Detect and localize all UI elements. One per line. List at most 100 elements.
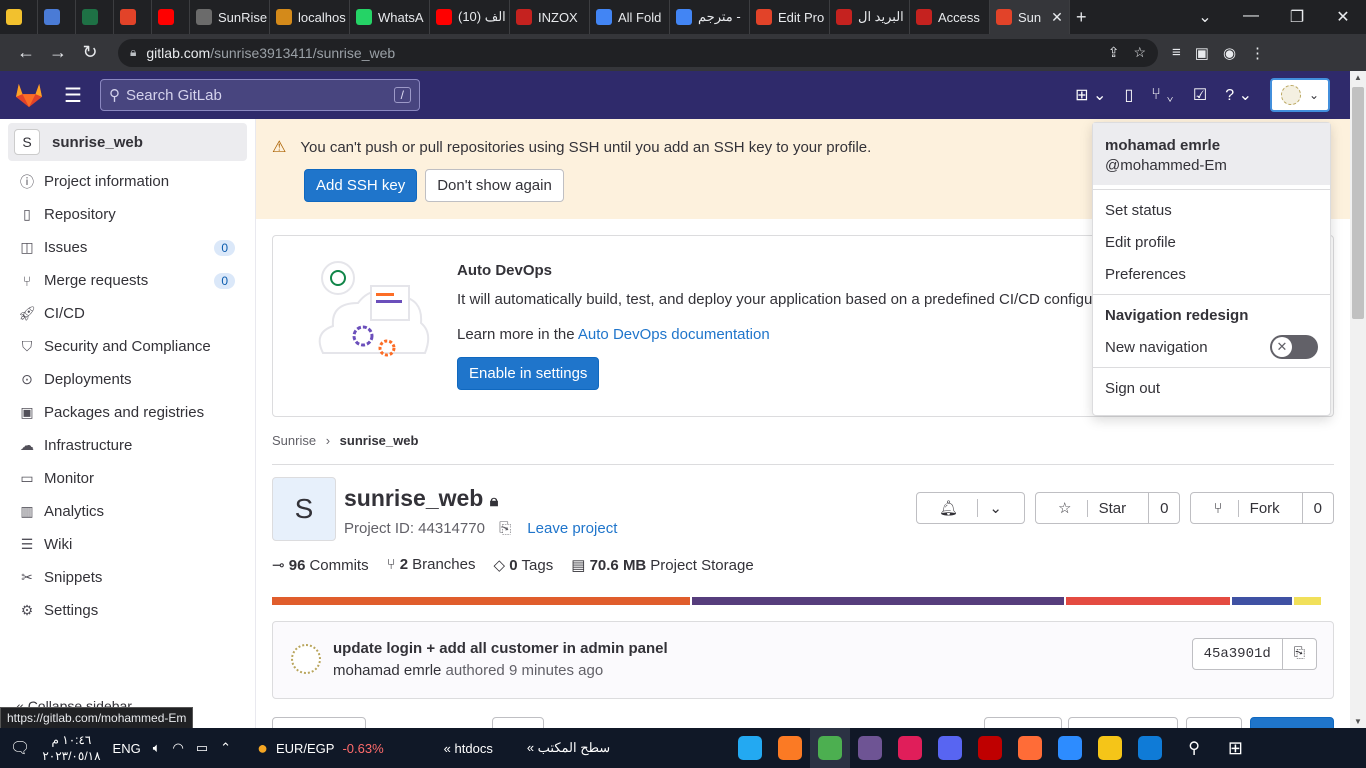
postman-taskbar-icon[interactable] xyxy=(1010,728,1050,768)
commit-author[interactable]: mohamad emrle xyxy=(333,662,441,679)
share-icon[interactable]: ⇪ xyxy=(1108,44,1120,61)
browser-tab[interactable] xyxy=(38,0,76,34)
profile-icon[interactable]: ◉ xyxy=(1223,44,1236,62)
user-avatar-button[interactable]: ⌄ xyxy=(1270,78,1330,112)
breadcrumb-current[interactable]: sunrise_web xyxy=(340,433,419,448)
discord-taskbar-icon[interactable] xyxy=(930,728,970,768)
web-ide-button[interactable] xyxy=(1068,717,1178,728)
merge-requests-icon[interactable]: ⑂ ⌄ xyxy=(1151,86,1175,104)
browser-tab[interactable] xyxy=(0,0,38,34)
scroll-up-icon[interactable]: ▲ xyxy=(1350,73,1366,82)
sidebar-item-snippets[interactable]: ✂ Snippets xyxy=(0,561,255,594)
edit-profile-item[interactable]: Edit profile xyxy=(1093,226,1330,258)
sidebar-item-infrastructure[interactable]: ☁ Infrastructure xyxy=(0,429,255,462)
close-tab-icon[interactable]: ✕ xyxy=(1051,9,1063,26)
sidebar-item-repository[interactable]: ▯ Repository xyxy=(0,198,255,231)
hamburger-menu-icon[interactable]: ☰ xyxy=(64,83,82,108)
tags-stat[interactable]: ◇ 0 Tags xyxy=(494,556,554,574)
volume-icon[interactable]: 🔈︎ xyxy=(153,740,161,756)
media-icon[interactable]: ≡ xyxy=(1172,44,1181,61)
copy-icon[interactable]: ⎘ xyxy=(499,520,511,537)
browser-tab[interactable]: WhatsA xyxy=(350,0,430,34)
sidebar-item-wiki[interactable]: ☰ Wiki xyxy=(0,528,255,561)
language-segment[interactable] xyxy=(692,597,1064,605)
notification-button[interactable]: 🔔︎ ⌄ xyxy=(916,492,1025,524)
sidebar-item-packages-and-registries[interactable]: ▣ Packages and registries xyxy=(0,396,255,429)
reload-icon[interactable]: ↻ xyxy=(74,42,106,63)
sidebar-item-security-and-compliance[interactable]: ⛉ Security and Compliance xyxy=(0,330,255,363)
scrollbar-thumb[interactable] xyxy=(1352,87,1364,319)
htdocs-toolbar[interactable]: « htdocs xyxy=(444,741,493,756)
xampp-taskbar-icon[interactable] xyxy=(770,728,810,768)
language-segment[interactable] xyxy=(1065,597,1230,605)
sidebar-item-settings[interactable]: ⚙ Settings xyxy=(0,594,255,627)
new-tab-button[interactable]: + xyxy=(1070,0,1093,34)
star-button[interactable]: ☆ Star 0 xyxy=(1034,492,1181,524)
language-segment[interactable] xyxy=(1231,597,1292,605)
forward-icon[interactable]: → xyxy=(42,42,74,63)
browser-tab[interactable]: Access xyxy=(910,0,990,34)
browser-tab[interactable] xyxy=(114,0,152,34)
gitlab-logo[interactable] xyxy=(14,82,44,108)
branch-selector[interactable] xyxy=(272,717,366,728)
help-icon[interactable]: ? ⌄ xyxy=(1225,85,1252,105)
browser-tab[interactable]: INZOX xyxy=(510,0,590,34)
commit-sha[interactable]: 45a3901d xyxy=(1193,639,1282,669)
commit-title[interactable]: update login + add all customer in admin… xyxy=(333,640,668,657)
dont-show-again-button[interactable]: Don't show again xyxy=(425,169,564,202)
github-taskbar-icon[interactable] xyxy=(850,728,890,768)
add-ssh-key-button[interactable]: Add SSH key xyxy=(304,169,418,202)
close-window-button[interactable]: ✕ xyxy=(1320,7,1366,27)
leave-project-link[interactable]: Leave project xyxy=(527,520,617,537)
language-segment[interactable] xyxy=(1293,597,1321,605)
url-field[interactable]: 🔒︎ gitlab.com/sunrise3913411/sunrise_web… xyxy=(118,38,1158,67)
breadcrumb-parent[interactable]: Sunrise xyxy=(272,433,316,448)
todo-icon[interactable]: ☑ xyxy=(1193,85,1207,105)
sidebar-project-header[interactable]: S sunrise_web xyxy=(8,123,247,161)
fork-button[interactable]: ⑂ Fork 0 xyxy=(1190,492,1334,524)
storage-stat[interactable]: ▤ 70.6 MB Project Storage xyxy=(571,556,753,574)
notifications-icon[interactable]: 🗨︎ xyxy=(10,738,30,758)
search-icon[interactable]: ⚲ xyxy=(1188,738,1200,758)
browser-tab[interactable] xyxy=(76,0,114,34)
new-navigation-toggle[interactable]: ✕ xyxy=(1270,335,1318,359)
bookmark-star-icon[interactable]: ☆ xyxy=(1133,44,1146,61)
browser-tab[interactable]: (10) الف xyxy=(430,0,510,34)
start-menu-icon[interactable]: ⊞ xyxy=(1228,738,1243,759)
page-scrollbar[interactable]: ▲ ▼ xyxy=(1350,71,1366,728)
edge-taskbar-icon[interactable] xyxy=(1130,728,1170,768)
browser-tab[interactable]: مترجم - xyxy=(670,0,750,34)
browser-tab[interactable]: localhos xyxy=(270,0,350,34)
browser-tab[interactable]: Edit Pro xyxy=(750,0,830,34)
menu-icon[interactable]: ⋮ xyxy=(1250,44,1265,62)
set-status-item[interactable]: Set status xyxy=(1093,194,1330,226)
wifi-icon[interactable]: ◠ xyxy=(173,740,184,756)
sidebar-item-merge-requests[interactable]: ⑂ Merge requests 0 xyxy=(0,264,255,297)
enable-in-settings-button[interactable]: Enable in settings xyxy=(457,357,600,390)
copy-sha-icon[interactable]: ⎘ xyxy=(1281,639,1316,669)
search-input[interactable]: ⚲ Search GitLab / xyxy=(99,79,420,111)
filezilla-taskbar-icon[interactable] xyxy=(970,728,1010,768)
commits-stat[interactable]: ⊸ 96 Commits xyxy=(272,556,369,574)
sidebar-item-monitor[interactable]: ▭ Monitor xyxy=(0,462,255,495)
sidebar-item-deployments[interactable]: ⊙ Deployments xyxy=(0,363,255,396)
vscode-taskbar-icon[interactable] xyxy=(730,728,770,768)
sidepanel-icon[interactable]: ▣ xyxy=(1195,44,1209,62)
desktop-toolbar[interactable]: « سطح المكتب xyxy=(527,740,610,756)
sign-out-item[interactable]: Sign out xyxy=(1093,372,1330,404)
chevron-up-icon[interactable]: ⌃ xyxy=(220,740,231,756)
sidebar-item-analytics[interactable]: ▥ Analytics xyxy=(0,495,255,528)
battery-icon[interactable]: ▭ xyxy=(196,740,208,756)
add-dropdown[interactable] xyxy=(492,717,544,728)
browser-tab[interactable]: البريد ال xyxy=(830,0,910,34)
auto-devops-docs-link[interactable]: Auto DevOps documentation xyxy=(578,326,770,343)
sidebar-item-ci-cd[interactable]: 🚀︎ CI/CD xyxy=(0,297,255,330)
scroll-down-icon[interactable]: ▼ xyxy=(1350,717,1366,726)
zoom-taskbar-icon[interactable] xyxy=(1050,728,1090,768)
tab-search-icon[interactable]: ⌄ xyxy=(1182,7,1228,27)
create-new-icon[interactable]: ⊞ ⌄ xyxy=(1075,85,1106,105)
download-button[interactable] xyxy=(1186,717,1242,728)
user-profile-link[interactable]: mohamad emrle @mohammed-Em xyxy=(1093,123,1330,185)
explorer-taskbar-icon[interactable] xyxy=(1090,728,1130,768)
taskbar-clock[interactable]: ١٠:٤٦ م ٢٠٢٣/٠٥/١٨ xyxy=(42,732,100,764)
